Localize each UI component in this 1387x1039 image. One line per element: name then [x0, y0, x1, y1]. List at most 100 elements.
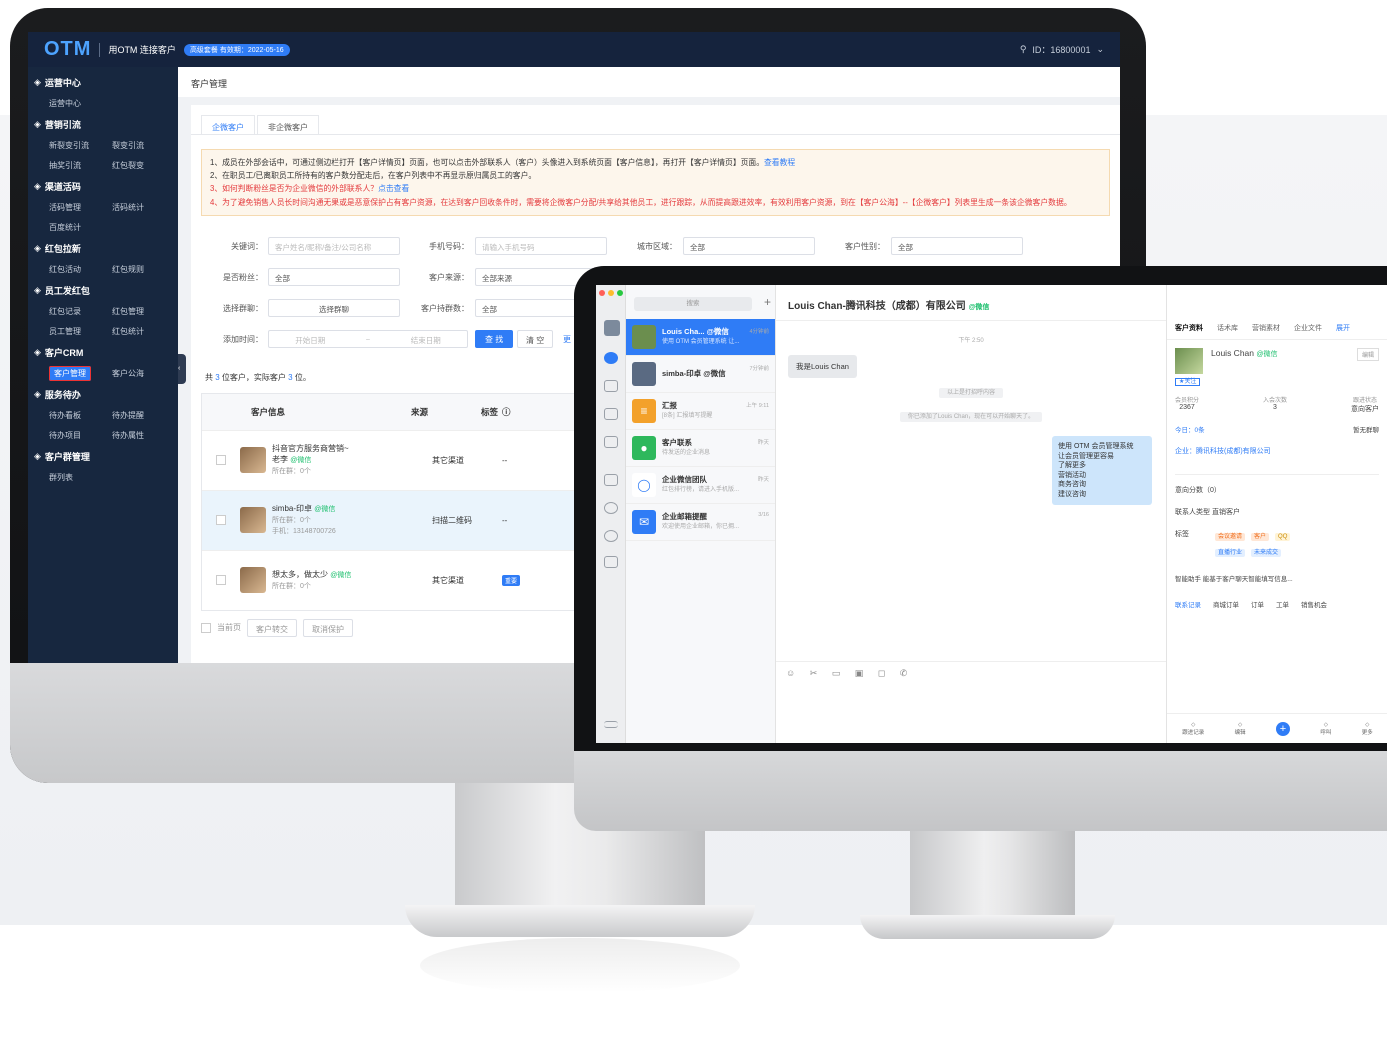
- sidebar-item[interactable]: 百度统计: [49, 222, 112, 233]
- workbench-icon[interactable]: [604, 436, 618, 448]
- conversation-item[interactable]: ◯ 企业微信团队 红包排行榜，请进入手机版... 昨天: [626, 467, 775, 504]
- contact-type: 联系人类型 直销客户: [1175, 509, 1240, 516]
- bottom-action[interactable]: ◇ 编辑: [1235, 722, 1246, 736]
- panel-tab[interactable]: 营销素材: [1252, 323, 1280, 333]
- conversation-time: 3/16: [758, 512, 769, 518]
- search-input[interactable]: 搜索: [634, 297, 752, 311]
- sidebar-item[interactable]: 群列表: [49, 472, 112, 483]
- sidebar-item[interactable]: 待办项目: [49, 430, 112, 441]
- select-page-checkbox[interactable]: [201, 622, 211, 633]
- account-menu[interactable]: ⚲ ID：16800001 ⌄: [1020, 43, 1104, 56]
- sidebar-item[interactable]: 红包统计: [112, 326, 175, 337]
- menu-icon[interactable]: [604, 721, 618, 728]
- record-tab[interactable]: 联系记录: [1175, 599, 1201, 609]
- conversation-preview: 待发送的企业消息: [662, 450, 711, 456]
- sidebar-item[interactable]: 活码管理: [49, 202, 112, 213]
- sidebar-item[interactable]: 待办提醒: [112, 410, 175, 421]
- maximize-dot[interactable]: [617, 290, 623, 296]
- sidebar-item[interactable]: 红包记录: [49, 306, 112, 317]
- record-tab[interactable]: 销售机会: [1301, 599, 1327, 609]
- sidebar-item[interactable]: 红包管理: [112, 306, 175, 317]
- sidebar-item[interactable]: 活码统计: [112, 202, 175, 213]
- row-checkbox[interactable]: [216, 575, 226, 586]
- sidebar-item[interactable]: 客户公海: [112, 368, 175, 379]
- fan-select[interactable]: 全部: [268, 267, 400, 286]
- profile-section: Louis Chan @微信 编辑 ★关注 会员积分 2367 入会次数 3 跟进状态意…: [1167, 340, 1387, 617]
- drive-icon[interactable]: [604, 530, 618, 542]
- edit-button[interactable]: 编辑: [1356, 348, 1379, 361]
- bottom-action[interactable]: ◇ 更多: [1362, 722, 1373, 736]
- row-checkbox[interactable]: [216, 455, 226, 466]
- group-select-button[interactable]: 选择群聊: [268, 298, 400, 317]
- sidebar-item[interactable]: 待办看板: [49, 410, 112, 421]
- notice-line-3: 3、如何判断粉丝是否为企业微信的外部联系人？: [210, 184, 379, 194]
- stat: 跟进状态 意向客户: [1351, 395, 1379, 414]
- source: 扫描二维码: [432, 515, 472, 525]
- phone-input[interactable]: 请输入手机号码: [475, 236, 607, 255]
- contacts-icon[interactable]: [604, 380, 618, 392]
- row-checkbox[interactable]: [216, 515, 226, 526]
- minimize-dot[interactable]: [608, 290, 614, 296]
- my-avatar[interactable]: [604, 320, 620, 336]
- clear-button[interactable]: 清 空: [517, 329, 554, 348]
- calendar-icon[interactable]: [604, 408, 618, 420]
- panel-tabs: 客户资料 话术库 营销素材 企业文件 展开: [1167, 285, 1387, 340]
- share-icon[interactable]: [604, 556, 618, 568]
- sidebar-item[interactable]: 裂变引流: [112, 140, 175, 151]
- input-toolbar[interactable]: ☺ ✂ ▭ ▣ ◻ ✆: [776, 661, 1166, 685]
- bottom-action[interactable]: +: [1275, 721, 1290, 736]
- bottom-action[interactable]: ◇ 呼叫: [1320, 722, 1331, 736]
- settings-icon[interactable]: [604, 502, 618, 514]
- record-tab[interactable]: 订单: [1251, 599, 1264, 609]
- phone-label: 手机号码：: [429, 241, 469, 251]
- sidebar-item[interactable]: 员工管理: [49, 326, 112, 337]
- tutorial-link[interactable]: 查看教程: [764, 158, 795, 167]
- date-range-picker[interactable]: 开始日期 ~ 结束日期: [268, 329, 468, 348]
- sidebar-item[interactable]: 待办属性: [112, 430, 175, 441]
- tag: 重要: [502, 574, 521, 586]
- conversation-item[interactable]: ✉ 企业邮箱提醒 欢迎使用企业邮箱，你已拥... 3/16: [626, 504, 775, 541]
- cancel-protect-button[interactable]: 取消保护: [303, 618, 353, 637]
- record-tab[interactable]: 工单: [1276, 599, 1289, 609]
- action-label: 呼叫: [1320, 729, 1332, 736]
- panel-tab[interactable]: 话术库: [1217, 323, 1238, 333]
- add-icon[interactable]: +: [764, 295, 771, 309]
- gender-select[interactable]: 全部: [891, 236, 1023, 255]
- transfer-button[interactable]: 客户转交: [247, 618, 297, 637]
- sidebar-item[interactable]: 红包活动: [49, 264, 112, 275]
- message-icon[interactable]: [604, 352, 618, 364]
- keyword-input[interactable]: 客户姓名/昵称/备注/公司名称: [268, 236, 400, 255]
- sidebar-item[interactable]: 抽奖引流: [49, 160, 112, 171]
- conversation-item[interactable]: ● 客户联系 待发送的企业消息 昨天: [626, 430, 775, 467]
- customer-info[interactable]: 抖音官方服务商营销~ 老李 @微信 所在群：0个: [272, 443, 432, 477]
- group-label: 选择群聊：: [223, 303, 263, 313]
- nav-rail: [596, 285, 626, 743]
- customer-info[interactable]: 想太多，做太少 @微信 所在群：0个: [272, 569, 432, 592]
- conversation-item[interactable]: Louis Cha... @微信 使用 OTM 会员管理系统 让... 4分钟前: [626, 319, 775, 356]
- more-link[interactable]: 更: [563, 334, 571, 345]
- panel-tab[interactable]: 企业文件: [1294, 323, 1322, 333]
- tab-wecom-customers[interactable]: 企微客户: [201, 115, 255, 134]
- follow-button[interactable]: ★关注: [1175, 378, 1201, 386]
- view-link[interactable]: 点击查看: [378, 184, 409, 193]
- customer-info[interactable]: simba-印卓 @微信 所在群：0个 手机：13148700726: [272, 503, 432, 537]
- conversation-item[interactable]: simba-印卓 @微信 7分钟前: [626, 356, 775, 393]
- user-icon: ⚲: [1019, 44, 1027, 54]
- conversation-item[interactable]: ≡ 汇报 [8条] 汇报填写提醒 上午 9:11: [626, 393, 775, 430]
- docs-icon[interactable]: [604, 474, 618, 486]
- close-dot[interactable]: [599, 290, 605, 296]
- city-select[interactable]: 全部: [683, 236, 815, 255]
- record-tab[interactable]: 商城订单: [1213, 599, 1239, 609]
- sidebar-item[interactable]: 红包裂变: [112, 160, 175, 171]
- tags-row: 标签 会议邀请 客户 QQ 直播行业 未来成交: [1175, 529, 1379, 561]
- ai-assistant[interactable]: 智能助手 能基于客户聊天智能填写信息...: [1175, 573, 1379, 583]
- panel-tab[interactable]: 展开: [1336, 323, 1350, 333]
- sidebar-item[interactable]: 新裂变引流: [49, 140, 112, 151]
- tab-non-wecom-customers[interactable]: 非企微客户: [257, 115, 319, 134]
- search-button[interactable]: 查 找: [475, 329, 514, 348]
- panel-tab[interactable]: 客户资料: [1175, 323, 1203, 333]
- sidebar-item[interactable]: 运营中心: [49, 98, 112, 109]
- sidebar-item[interactable]: 红包规则: [112, 264, 175, 275]
- bottom-action[interactable]: ◇ 跟进记录: [1182, 722, 1204, 736]
- sidebar-item[interactable]: 客户管理: [49, 366, 112, 381]
